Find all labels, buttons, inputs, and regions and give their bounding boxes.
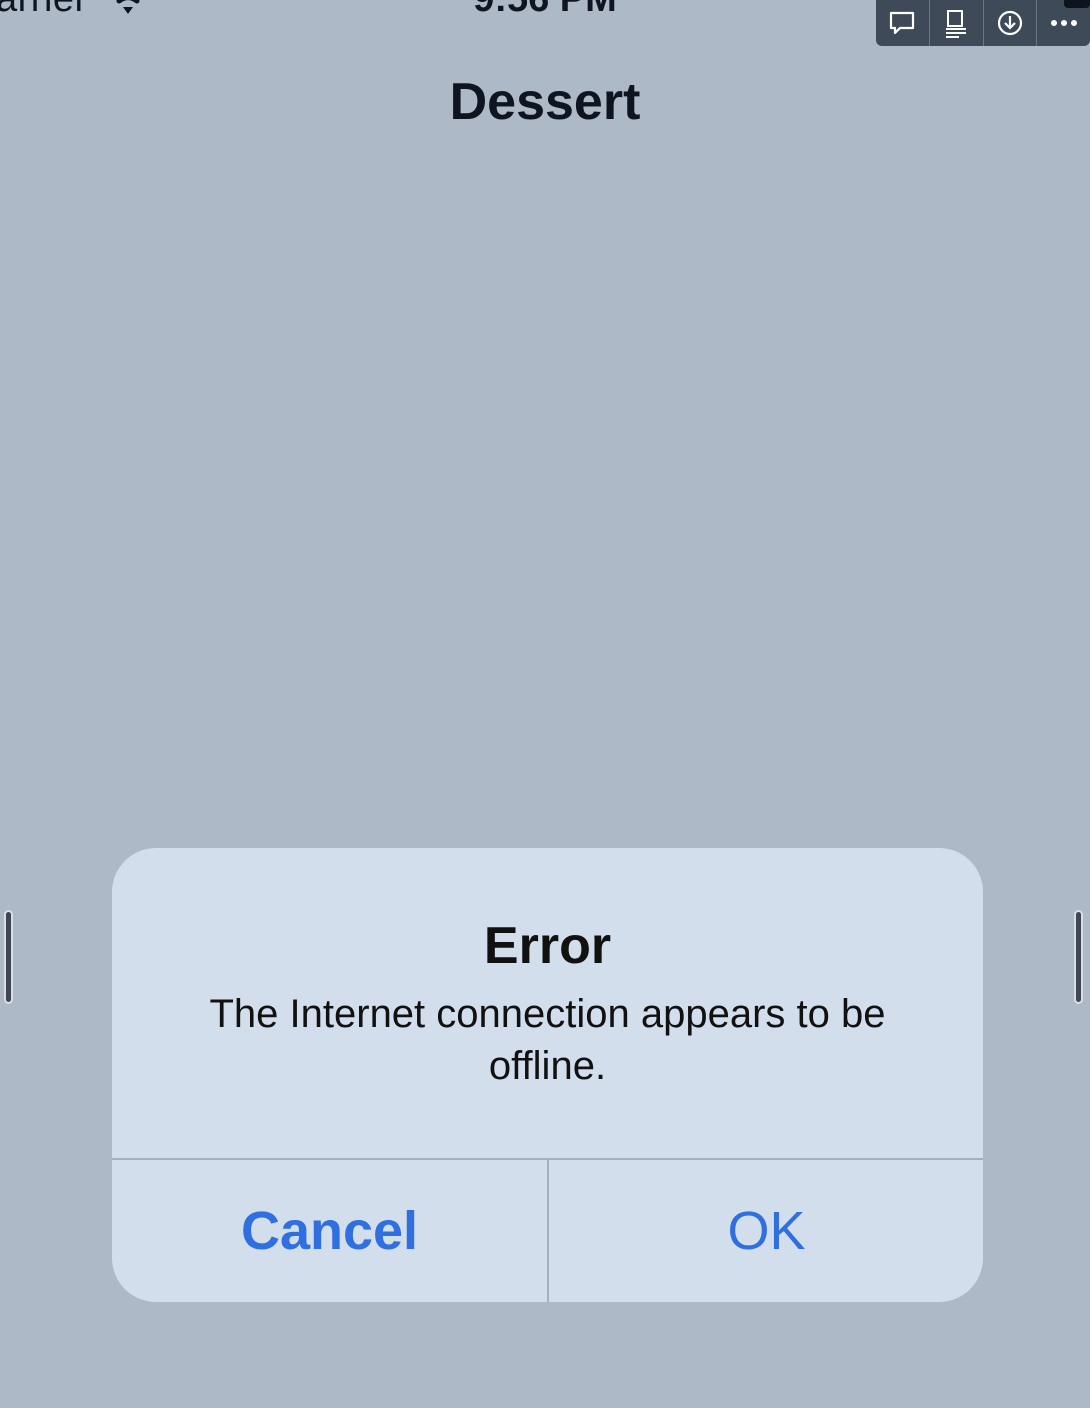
ok-button[interactable]: OK [549, 1160, 983, 1302]
more-icon [1050, 20, 1077, 26]
comment-icon [890, 11, 915, 35]
left-resize-handle[interactable] [4, 910, 13, 1004]
comment-button[interactable] [876, 0, 930, 46]
toolbar-corner [1064, 0, 1090, 8]
error-alert: Error The Internet connection appears to… [112, 848, 983, 1302]
device-layout-button[interactable] [930, 0, 984, 46]
download-icon [997, 10, 1022, 36]
download-button[interactable] [984, 0, 1038, 46]
device-layout-icon [946, 10, 967, 38]
cancel-button[interactable]: Cancel [112, 1160, 547, 1302]
right-resize-handle[interactable] [1074, 910, 1083, 1004]
alert-title: Error [483, 917, 612, 975]
inspector-toolbar [876, 0, 1090, 46]
nav-title: Dessert [449, 73, 641, 131]
alert-message: The Internet connection appears to be of… [209, 992, 886, 1088]
